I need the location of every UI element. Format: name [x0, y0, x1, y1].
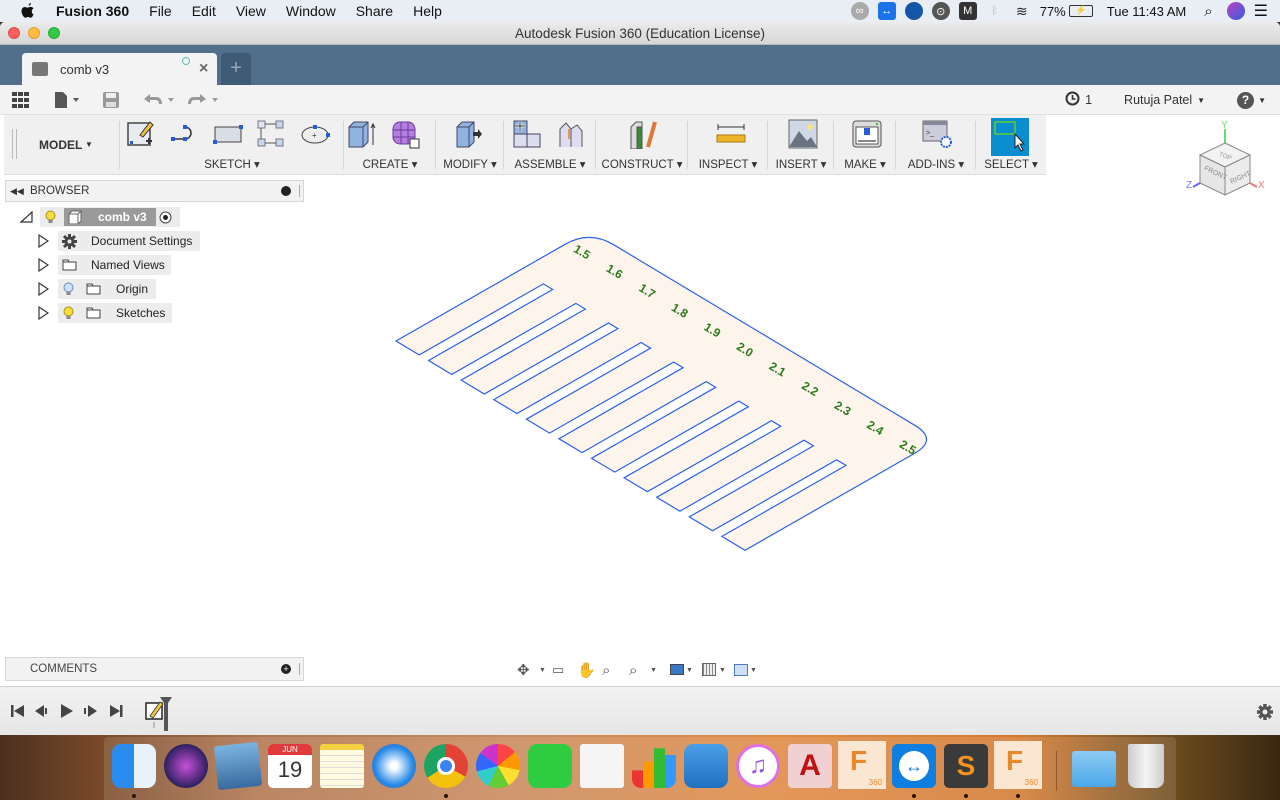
- dock-finder-icon[interactable]: [112, 744, 156, 788]
- orbit-icon[interactable]: ✥: [517, 661, 530, 679]
- dock-pages-icon[interactable]: [580, 744, 624, 788]
- dock-trash-icon[interactable]: [1128, 744, 1164, 788]
- dock-safari-icon[interactable]: [372, 744, 416, 788]
- play-icon[interactable]: [59, 703, 75, 719]
- dock-itunes-icon[interactable]: ♫: [736, 744, 780, 788]
- dock-fusion360-icon[interactable]: F 360: [994, 741, 1042, 789]
- dock-mail-icon[interactable]: [213, 741, 263, 791]
- go-to-start-icon[interactable]: [10, 703, 26, 719]
- dock-separator: [1056, 751, 1057, 791]
- calendar-day: 19: [277, 757, 303, 782]
- macos-dock: JUN 19 ♫ A F 360 ↔ S F 360: [104, 737, 1176, 800]
- timeline-marker[interactable]: [159, 696, 173, 732]
- timeline: [0, 686, 1280, 735]
- dock-running-indicator: [132, 794, 136, 798]
- dock-numbers-icon[interactable]: [632, 748, 676, 788]
- dock-notes-icon[interactable]: [320, 744, 364, 788]
- step-forward-icon[interactable]: [83, 703, 99, 719]
- orbit-chevron-icon[interactable]: ▼: [539, 667, 546, 674]
- viewports-chevron-icon[interactable]: ▼: [750, 667, 757, 674]
- dock-teamviewer-icon[interactable]: ↔: [892, 744, 936, 788]
- display-chevron-icon[interactable]: ▼: [686, 667, 693, 674]
- go-to-end-icon[interactable]: [108, 703, 124, 719]
- add-comment-icon[interactable]: +: [281, 664, 291, 674]
- dock-running-indicator: [912, 794, 916, 798]
- look-at-icon[interactable]: ▭: [552, 662, 564, 678]
- comments-title: COMMENTS: [30, 663, 98, 675]
- calendar-month: JUN: [268, 744, 312, 755]
- dock-keynote-icon[interactable]: [684, 744, 728, 788]
- comb-sketch-profile[interactable]: [394, 236, 928, 551]
- dock-downloads-folder-icon[interactable]: [1072, 751, 1116, 787]
- dock-running-indicator: [444, 794, 448, 798]
- zoom-icon[interactable]: ⌕: [602, 662, 610, 679]
- dock-chrome-icon[interactable]: [424, 744, 468, 788]
- viewports-icon[interactable]: [734, 664, 748, 676]
- timeline-settings-gear-icon[interactable]: [1256, 703, 1274, 721]
- pan-icon[interactable]: ✋: [577, 661, 596, 679]
- comments-pin-icon[interactable]: [299, 663, 300, 675]
- navigation-bar: ✥ ▼ ▭ ✋ ⌕ ⌕ ▼ ▼ ▼ ▼: [513, 657, 763, 683]
- dock-sublime-icon[interactable]: S: [944, 744, 988, 788]
- dock-siri-icon[interactable]: [164, 744, 208, 788]
- dock-autocad-icon[interactable]: A: [788, 744, 832, 788]
- display-settings-icon[interactable]: [670, 664, 684, 675]
- dock-running-indicator: [1016, 794, 1020, 798]
- comments-panel[interactable]: COMMENTS +: [5, 657, 304, 681]
- step-back-icon[interactable]: [34, 703, 50, 719]
- fit-chevron-icon[interactable]: ▼: [650, 667, 657, 674]
- dock-fusion360-icon[interactable]: F 360: [838, 741, 886, 789]
- dock-facetime-icon[interactable]: [528, 744, 572, 788]
- fit-icon[interactable]: ⌕: [629, 662, 637, 679]
- grid-snaps-icon[interactable]: [702, 663, 716, 676]
- dock-running-indicator: [964, 794, 968, 798]
- dock-calendar-icon[interactable]: JUN 19: [268, 744, 312, 788]
- grid-chevron-icon[interactable]: ▼: [719, 667, 726, 674]
- dock-photos-icon[interactable]: [476, 744, 520, 788]
